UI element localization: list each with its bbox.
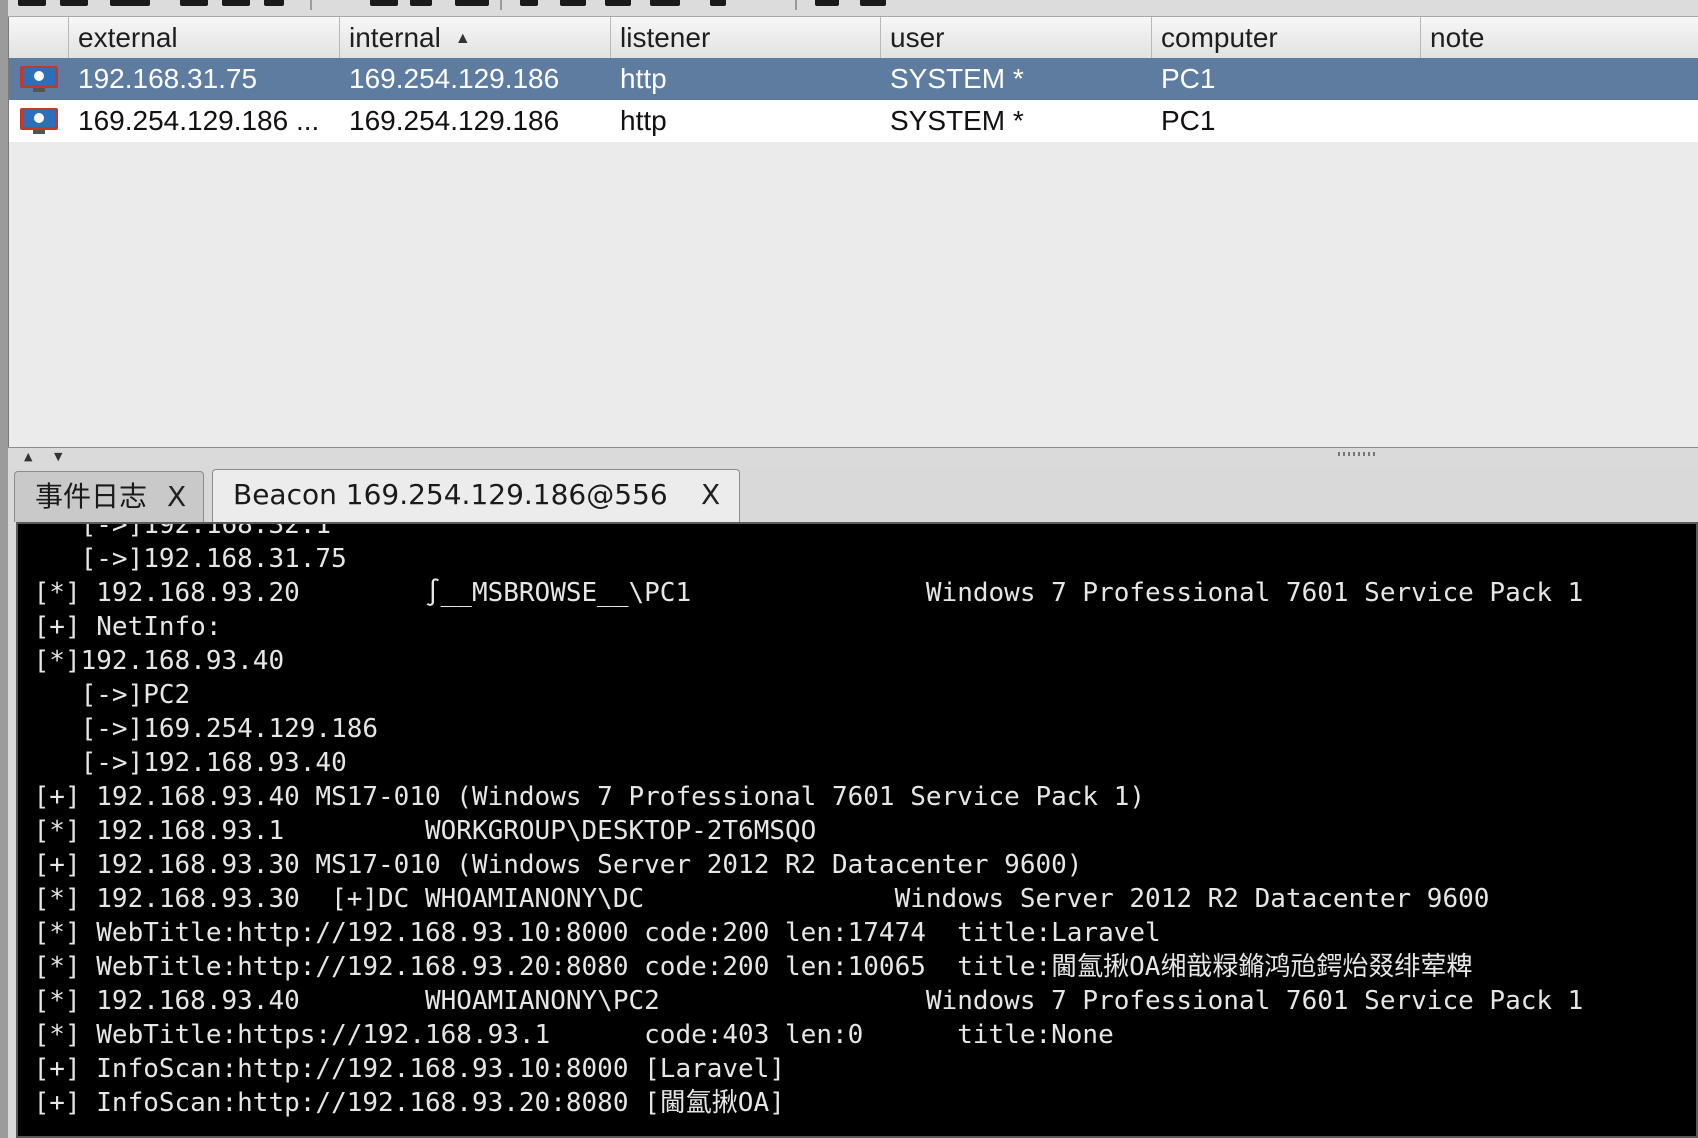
- window-left-border: [0, 0, 8, 1138]
- toolbar-payload-icon[interactable]: [560, 0, 586, 6]
- cell-computer: PC1: [1161, 63, 1216, 94]
- column-header-label: internal: [349, 22, 441, 53]
- tab-bar: 事件日志 X Beacon 169.254.129.186@556 X: [8, 467, 1698, 522]
- toolbar-help-icon[interactable]: [815, 0, 839, 6]
- console-line: [+] 192.168.93.40 MS17-010 (Windows 7 Pr…: [18, 782, 1146, 812]
- cell-listener: http: [620, 105, 667, 136]
- cell-user: SYSTEM *: [890, 63, 1024, 94]
- cell-user: SYSTEM *: [890, 105, 1024, 136]
- toolbar-cloud-icon[interactable]: [860, 0, 886, 6]
- cell-computer: PC1: [1161, 105, 1216, 136]
- column-header-label: user: [890, 22, 945, 53]
- column-header-external[interactable]: external: [69, 17, 340, 58]
- toolbar-credentials-icon[interactable]: [370, 0, 398, 6]
- console-line: [*] WebTitle:http://192.168.93.20:8080 c…: [18, 952, 1473, 982]
- table-row[interactable]: 192.168.31.75 169.254.129.186 http SYSTE…: [9, 58, 1698, 100]
- computer-icon: [20, 66, 58, 92]
- toolbar-keystrokes-icon[interactable]: [455, 0, 489, 6]
- toolbar-script-icon[interactable]: [650, 0, 680, 6]
- console-line: [+] NetInfo:: [18, 612, 222, 642]
- cell-internal: 169.254.129.186: [349, 105, 560, 136]
- toolbar-disconnect-icon[interactable]: [60, 0, 88, 6]
- cell-note: [1421, 100, 1690, 142]
- console-line: [*] 192.168.93.30 [+]DC WHOAMIANONY\DC W…: [18, 884, 1490, 914]
- column-header-internal[interactable]: internal ▲: [340, 17, 611, 58]
- console-line: [*] 192.168.93.20 ∫__MSBROWSE__\PC1 Wind…: [18, 578, 1584, 608]
- console-line: [*] WebTitle:https://192.168.93.1 code:4…: [18, 1020, 1114, 1050]
- console-line: [->]169.254.129.186: [18, 714, 379, 744]
- toolbar-targets-icon[interactable]: [264, 0, 284, 6]
- column-header-computer[interactable]: computer: [1152, 17, 1421, 58]
- console-line: [*] WebTitle:http://192.168.93.10:8000 c…: [18, 918, 1161, 948]
- console-line: [*] 192.168.93.40 WHOAMIANONY\PC2 Window…: [18, 986, 1584, 1016]
- tab-beacon[interactable]: Beacon 169.254.129.186@556 X: [212, 469, 740, 522]
- column-header-label: computer: [1161, 22, 1278, 53]
- tab-label: Beacon 169.254.129.186@556: [233, 478, 668, 511]
- cell-external: 192.168.31.75: [78, 63, 258, 94]
- cell-external: 169.254.129.186 ...: [78, 105, 320, 136]
- console-line: [*]192.168.93.40: [18, 646, 285, 676]
- column-header-user[interactable]: user: [881, 17, 1152, 58]
- console-line: [+] InfoScan:http://192.168.93.20:8080 […: [18, 1088, 785, 1118]
- column-header-listener[interactable]: listener: [611, 17, 881, 58]
- column-header-label: note: [1430, 22, 1485, 53]
- tab-event-log[interactable]: 事件日志 X: [14, 471, 204, 522]
- close-icon[interactable]: X: [701, 470, 720, 520]
- sort-ascending-icon: ▲: [454, 30, 471, 47]
- toolbar-separator: [500, 0, 502, 10]
- collapse-down-icon[interactable]: ▼: [54, 450, 62, 463]
- table-row[interactable]: 169.254.129.186 ... 169.254.129.186 http…: [9, 100, 1698, 142]
- console-line: [*] 192.168.93.1 WORKGROUP\DESKTOP-2T6MS…: [18, 816, 817, 846]
- pane-splitter[interactable]: ▲ ▼: [8, 447, 1698, 468]
- toolbar: [0, 0, 1698, 17]
- toolbar-separator: [795, 0, 797, 10]
- toolbar-separator: [310, 0, 312, 10]
- column-header-label: external: [78, 22, 178, 53]
- toolbar-web-icon[interactable]: [605, 0, 631, 6]
- column-header-note[interactable]: note: [1421, 17, 1698, 58]
- toolbar-sessions-icon[interactable]: [222, 0, 250, 6]
- cell-note: [1421, 58, 1690, 100]
- console-line: [+] 192.168.93.30 MS17-010 (Windows Serv…: [18, 850, 1083, 880]
- console-line: [->]192.168.31.75: [18, 544, 347, 574]
- toolbar-downloads-icon[interactable]: [410, 0, 432, 6]
- collapse-up-icon[interactable]: ▲: [24, 450, 32, 463]
- console-line: [->]192.168.32.1: [18, 522, 332, 540]
- toolbar-listeners-icon[interactable]: [180, 0, 208, 6]
- console-line: [->]PC2: [18, 680, 191, 710]
- cell-internal: 169.254.129.186: [349, 63, 560, 94]
- sessions-table: external internal ▲ listener user compute…: [8, 17, 1698, 447]
- console-line: [+] InfoScan:http://192.168.93.10:8000 […: [18, 1054, 786, 1084]
- console-line: [->]192.168.93.40: [18, 748, 347, 778]
- table-header: external internal ▲ listener user compute…: [9, 17, 1698, 59]
- toolbar-preferences-icon[interactable]: [110, 0, 150, 6]
- computer-icon: [20, 108, 58, 134]
- column-header-icon[interactable]: [9, 17, 69, 58]
- toolbar-connect-icon[interactable]: [18, 0, 46, 6]
- toolbar-link-icon[interactable]: [710, 0, 726, 6]
- column-header-label: listener: [620, 22, 711, 53]
- tab-label: 事件日志: [35, 480, 148, 513]
- beacon-console[interactable]: [->]192.168.32.1 [->]192.168.31.75 [*] 1…: [16, 522, 1698, 1138]
- splitter-grip-icon[interactable]: [1338, 452, 1376, 456]
- toolbar-screenshots-icon[interactable]: [520, 0, 538, 6]
- cell-listener: http: [620, 63, 667, 94]
- close-icon[interactable]: X: [167, 472, 186, 522]
